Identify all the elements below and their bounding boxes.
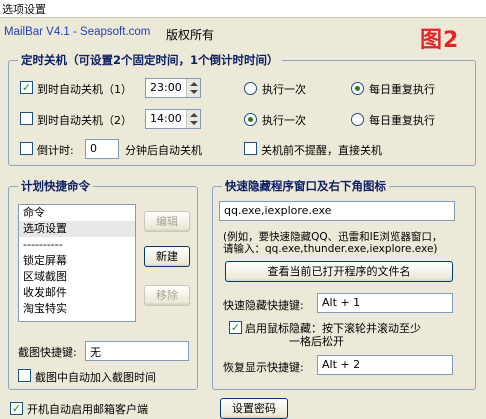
shutdown1-checkbox[interactable]: ✓ <box>20 81 33 94</box>
shutdown1-once-label: 执行一次 <box>262 83 306 96</box>
countdown-input[interactable]: 0 <box>85 139 119 159</box>
shutdown2-once-label: 执行一次 <box>262 114 306 127</box>
shutdown1-daily-radio[interactable] <box>351 82 364 95</box>
copyright-text: 版权所有 <box>166 28 215 42</box>
list-item[interactable]: 命令 <box>19 205 135 221</box>
shutdown2-daily-label: 每日重复执行 <box>369 114 435 127</box>
shutdown2-daily-radio[interactable] <box>351 113 364 126</box>
shutdown2-checkbox[interactable] <box>20 112 33 125</box>
shutdown1-time-value: 23:00 <box>150 81 182 94</box>
hide-hotkey-label: 快速隐藏快捷键: <box>223 299 304 312</box>
shutdown1-daily-label: 每日重复执行 <box>369 83 435 96</box>
hide-hotkey-input[interactable]: Alt + 1 <box>317 293 453 313</box>
screenshot-hotkey-label: 截图快捷键: <box>18 346 77 359</box>
countdown-suffix: 分钟后自动关机 <box>125 144 202 157</box>
shutdown1-time-input[interactable]: 23:00 <box>145 78 201 98</box>
mouse-hide-checkbox[interactable]: ✓ <box>229 321 242 334</box>
shutdown2-once-radio[interactable] <box>244 113 257 126</box>
restore-hotkey-label: 恢复显示快捷键: <box>223 361 304 374</box>
no-prompt-checkbox[interactable] <box>244 142 257 155</box>
view-programs-button[interactable]: 查看当前已打开程序的文件名 <box>225 261 453 282</box>
no-prompt-label: 关机前不提醒，直接关机 <box>261 144 382 157</box>
screenshot-hotkey-input[interactable]: 无 <box>85 341 189 361</box>
shutdown1-time-spinner[interactable] <box>186 79 200 97</box>
add-time-label: 截图中自动加入截图时间 <box>35 371 156 384</box>
list-item[interactable]: 淘宝特实 <box>19 301 135 317</box>
shutdown-legend: 定时关机（可设置2个固定时间，1个倒计时时间） <box>18 52 282 68</box>
new-button[interactable]: 新建 <box>144 246 190 267</box>
mouse-hide-label-line2: 一格后松开 <box>289 335 344 348</box>
hide-group: 快速隐藏程序窗口及右下角图标 qq.exe,iexplore.exe (例如，要… <box>212 178 476 390</box>
autostart-checkbox[interactable]: ✓ <box>10 402 23 415</box>
figure-label: 图2 <box>420 28 460 53</box>
list-item[interactable]: 选项设置 <box>19 221 135 237</box>
remove-button[interactable]: 移除 <box>144 285 190 306</box>
commands-legend: 计划快捷命令 <box>18 178 93 194</box>
shutdown2-time-value: 14:00 <box>150 112 182 125</box>
commands-list[interactable]: 命令 选项设置 ---------- 锁定屏幕 区域截图 收发邮件 淘宝特实 <box>18 204 136 322</box>
edit-button[interactable]: 编辑 <box>144 211 190 232</box>
list-item[interactable]: 区域截图 <box>19 269 135 285</box>
list-item[interactable]: 锁定屏幕 <box>19 253 135 269</box>
window-title: 选项设置 <box>2 3 46 16</box>
shutdown1-label: 到时自动关机（1） <box>37 83 132 96</box>
set-password-button[interactable]: 设置密码 <box>220 398 288 419</box>
shutdown2-time-input[interactable]: 14:00 <box>145 109 201 129</box>
window-title-bar: 选项设置 <box>0 0 486 18</box>
hide-example-line2: 请输入：qq.exe,thunder.exe,iexplore.exe) <box>223 243 438 255</box>
shutdown-group: 定时关机（可设置2个固定时间，1个倒计时时间） ✓ 到时自动关机（1） 23:0… <box>8 52 476 166</box>
hide-programs-input[interactable]: qq.exe,iexplore.exe <box>219 201 455 221</box>
hide-legend: 快速隐藏程序窗口及右下角图标 <box>222 178 389 194</box>
countdown-label: 倒计时: <box>37 144 74 157</box>
shutdown2-time-spinner[interactable] <box>186 110 200 128</box>
add-time-checkbox[interactable] <box>18 369 31 382</box>
list-item[interactable]: ---------- <box>19 237 135 253</box>
list-item[interactable]: 收发邮件 <box>19 285 135 301</box>
commands-group: 计划快捷命令 命令 选项设置 ---------- 锁定屏幕 区域截图 收发邮件… <box>8 178 198 390</box>
countdown-checkbox[interactable] <box>20 142 33 155</box>
restore-hotkey-input[interactable]: Alt + 2 <box>317 355 453 375</box>
app-name: MailBar V4.1 - Seapsoft.com <box>4 26 151 38</box>
shutdown2-label: 到时自动关机（2） <box>37 114 132 127</box>
shutdown1-once-radio[interactable] <box>244 82 257 95</box>
